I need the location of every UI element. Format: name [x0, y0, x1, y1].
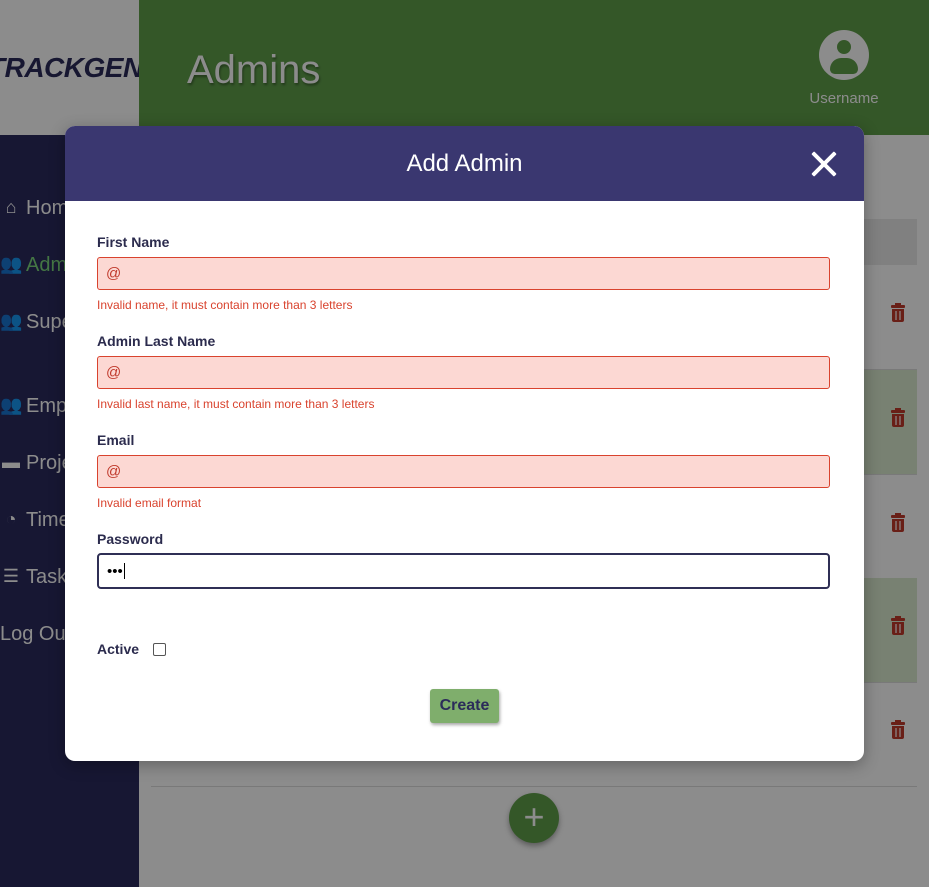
- active-checkbox[interactable]: [153, 642, 167, 656]
- active-row: Active: [97, 641, 167, 657]
- close-icon[interactable]: [810, 150, 838, 178]
- add-admin-modal: Add Admin First Name @ Invalid name, it …: [65, 126, 864, 761]
- email-value: @: [106, 463, 122, 480]
- first-name-label: First Name: [97, 234, 170, 250]
- password-label: Password: [97, 531, 164, 547]
- modal-title: Add Admin: [406, 150, 523, 177]
- email-label: Email: [97, 432, 135, 448]
- first-name-value: @: [106, 265, 122, 282]
- password-value: •••: [107, 562, 123, 580]
- email-error: Invalid email format: [97, 496, 202, 510]
- password-field[interactable]: •••: [97, 553, 830, 589]
- last-name-error: Invalid last name, it must contain more …: [97, 397, 375, 411]
- first-name-field[interactable]: @: [97, 257, 830, 290]
- last-name-value: @: [106, 364, 122, 381]
- create-button[interactable]: Create: [430, 689, 499, 723]
- text-caret: [123, 563, 125, 579]
- last-name-field[interactable]: @: [97, 356, 830, 389]
- last-name-label: Admin Last Name: [97, 333, 216, 349]
- email-field[interactable]: @: [97, 455, 830, 488]
- active-label: Active: [97, 641, 140, 657]
- modal-header: Add Admin: [65, 126, 864, 201]
- first-name-error: Invalid name, it must contain more than …: [97, 298, 353, 312]
